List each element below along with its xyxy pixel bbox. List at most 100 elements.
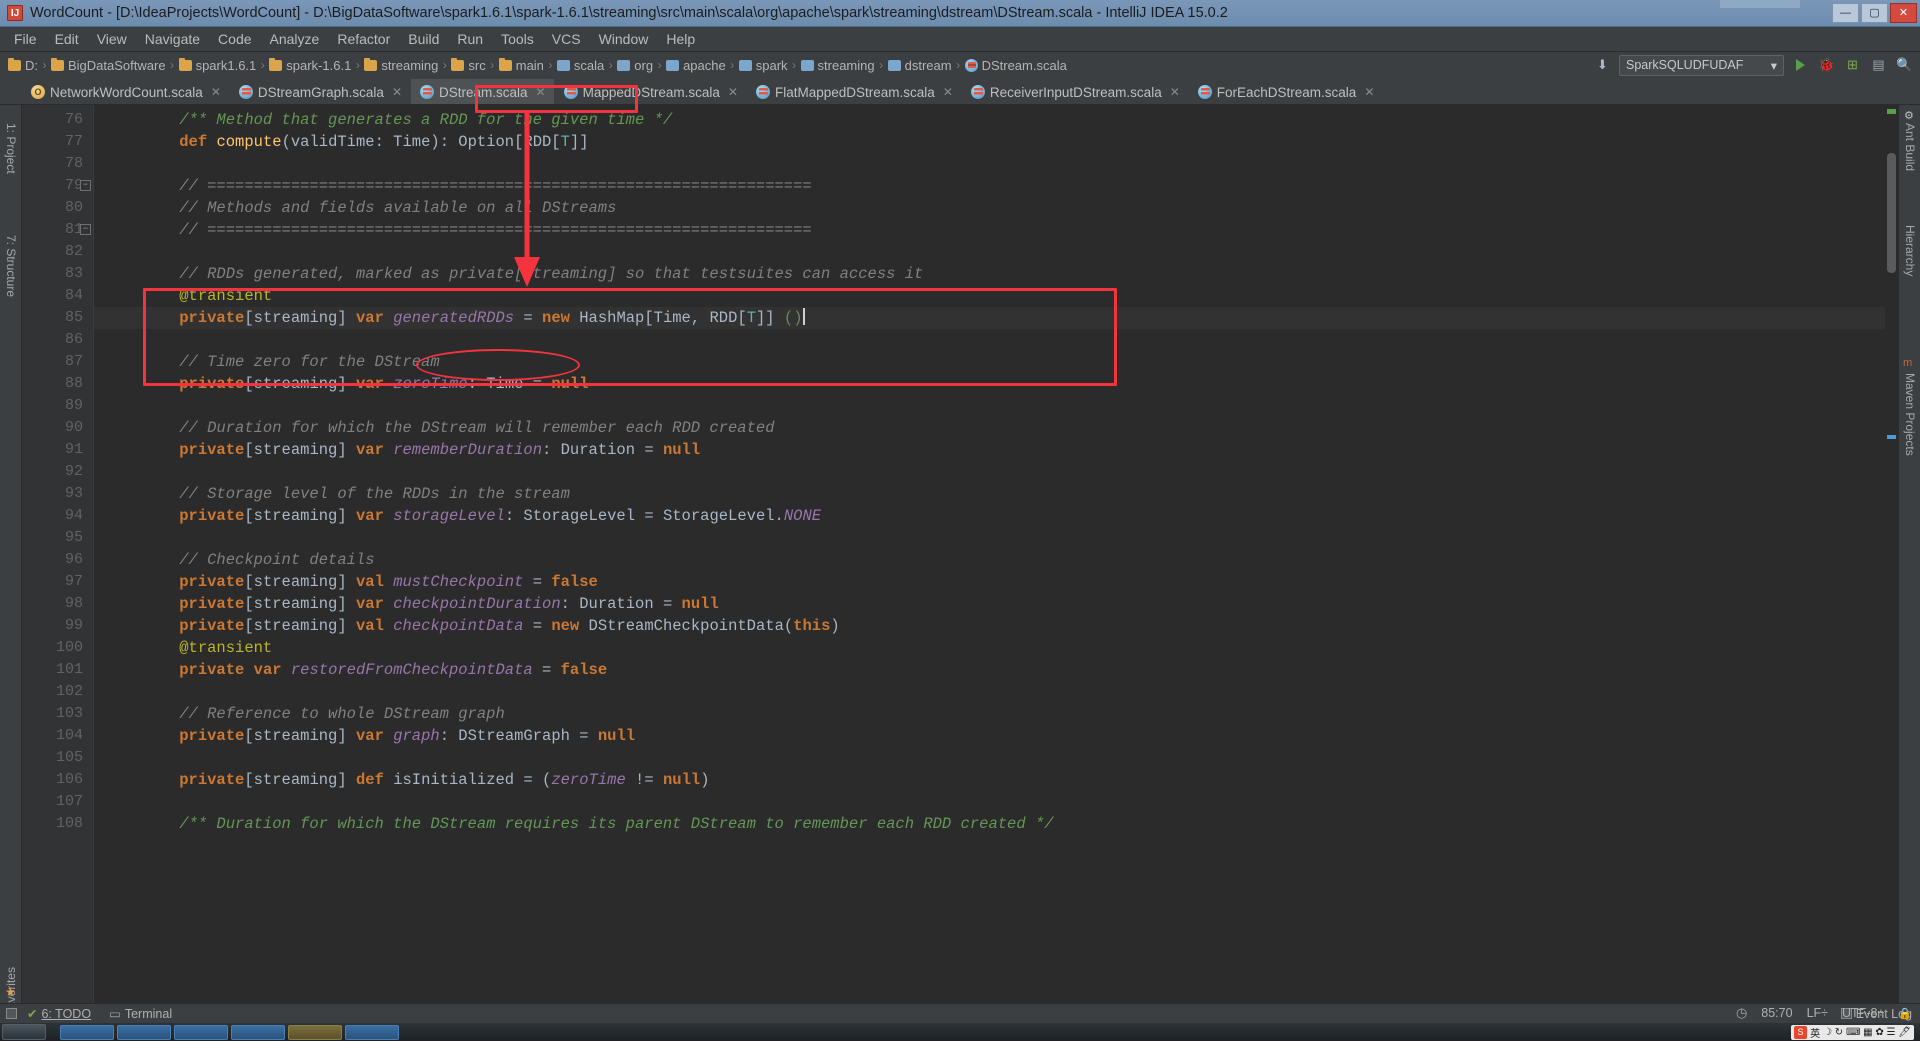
breadcrumb-item-spark[interactable]: spark <box>738 54 788 76</box>
taskbar-item[interactable] <box>60 1024 114 1040</box>
code-line[interactable] <box>94 527 1898 549</box>
editor-tab-dstreamscala[interactable]: DStream.scala ✕ <box>411 79 554 104</box>
code-line[interactable]: private[streaming] val mustCheckpoint = … <box>94 571 1898 593</box>
line-number[interactable]: 100 <box>22 637 93 659</box>
line-number[interactable]: 85 <box>22 307 93 329</box>
code-line[interactable] <box>94 681 1898 703</box>
code-line[interactable]: private[streaming] var storageLevel: Sto… <box>94 505 1898 527</box>
code-line[interactable]: // Reference to whole DStream graph <box>94 703 1898 725</box>
code-line[interactable] <box>94 241 1898 263</box>
menu-item-refactor[interactable]: Refactor <box>328 29 399 49</box>
line-number[interactable]: 101 <box>22 659 93 681</box>
line-number[interactable]: 79− <box>22 175 93 197</box>
lock-icon[interactable]: 🔒 <box>1898 1007 1912 1020</box>
code-line[interactable]: // Methods and fields available on all D… <box>94 197 1898 219</box>
code-line[interactable] <box>94 791 1898 813</box>
menu-item-edit[interactable]: Edit <box>46 29 88 49</box>
code-line[interactable] <box>94 461 1898 483</box>
toolwindow-hierarchy[interactable]: Hierarchy <box>1903 225 1917 276</box>
breadcrumb-item-scala[interactable]: scala <box>556 54 604 76</box>
taskbar-item[interactable] <box>174 1024 228 1040</box>
minimize-button[interactable]: — <box>1832 3 1859 23</box>
breadcrumb-item-main[interactable]: main <box>498 54 544 76</box>
debug-icon[interactable]: 🐞 <box>1817 56 1836 75</box>
line-number[interactable]: 97 <box>22 571 93 593</box>
code-line[interactable]: private[streaming] var rememberDuration:… <box>94 439 1898 461</box>
breadcrumb-item-streaming[interactable]: streaming <box>800 54 875 76</box>
code-line[interactable] <box>94 747 1898 769</box>
code-line[interactable]: // Duration for which the DStream will r… <box>94 417 1898 439</box>
taskbar-item[interactable] <box>345 1024 399 1040</box>
close-button[interactable]: ✕ <box>1890 3 1917 23</box>
toolwindow-structure[interactable]: 7: Structure <box>4 235 18 297</box>
tab-close-icon[interactable]: ✕ <box>1364 85 1374 99</box>
tab-close-icon[interactable]: ✕ <box>392 85 402 99</box>
menu-item-view[interactable]: View <box>88 29 136 49</box>
code-line[interactable]: @transient <box>94 285 1898 307</box>
status-todo[interactable]: ✔ 6: TODO <box>27 1006 91 1022</box>
code-line[interactable] <box>94 153 1898 175</box>
breadcrumb-item-apache[interactable]: apache <box>666 54 726 76</box>
code-line[interactable]: private[streaming] def isInitialized = (… <box>94 769 1898 791</box>
editor-tab-foreachdstreamscala[interactable]: ForEachDStream.scala ✕ <box>1188 79 1383 104</box>
scrollbar-thumb[interactable] <box>1887 153 1896 273</box>
line-number[interactable]: 104 <box>22 725 93 747</box>
run-icon[interactable] <box>1791 56 1810 75</box>
tab-close-icon[interactable]: ✕ <box>1170 85 1180 99</box>
editor-tab-dstreamgraphscala[interactable]: DStreamGraph.scala ✕ <box>229 79 410 104</box>
menu-item-build[interactable]: Build <box>399 29 448 49</box>
warning-stripe-mark[interactable] <box>1887 435 1896 439</box>
line-number[interactable]: 77 <box>22 131 93 153</box>
code-line[interactable]: private[streaming] var zeroTime: Time = … <box>94 373 1898 395</box>
ime-icons[interactable]: ☽ ↻ ⌨ ▦ ✿ ☰ 🖊 <box>1823 1027 1911 1038</box>
code-line[interactable]: // Checkpoint details <box>94 549 1898 571</box>
download-icon[interactable]: ⬇ <box>1593 56 1612 75</box>
code-canvas[interactable]: /** Method that generates a RDD for the … <box>94 105 1898 1003</box>
menu-item-tools[interactable]: Tools <box>492 29 543 49</box>
tab-close-icon[interactable]: ✕ <box>943 85 953 99</box>
code-line[interactable]: // RDDs generated, marked as private[str… <box>94 263 1898 285</box>
line-number[interactable]: 107 <box>22 791 93 813</box>
fold-marker-icon[interactable]: − <box>80 224 91 235</box>
tab-close-icon[interactable]: ✕ <box>728 85 738 99</box>
line-number[interactable]: 81− <box>22 219 93 241</box>
menu-item-run[interactable]: Run <box>448 29 492 49</box>
status-terminal[interactable]: ▭ Terminal <box>109 1006 172 1022</box>
line-number[interactable]: 95 <box>22 527 93 549</box>
line-number[interactable]: 91 <box>22 439 93 461</box>
breadcrumb-item-spark161[interactable]: spark1.6.1 <box>178 54 256 76</box>
breadcrumb-item-streaming[interactable]: streaming <box>364 54 438 76</box>
code-line[interactable]: private var restoredFromCheckpointData =… <box>94 659 1898 681</box>
maximize-button[interactable]: ▢ <box>1861 3 1888 23</box>
editor-tab-receiverinputdstreamscala[interactable]: ReceiverInputDStream.scala ✕ <box>961 79 1188 104</box>
toolwindow-ant-build[interactable]: Ant Build <box>1903 123 1917 171</box>
code-line[interactable]: // Time zero for the DStream <box>94 351 1898 373</box>
caret-position[interactable]: 85:70 <box>1761 1006 1792 1020</box>
breadcrumb-item-org[interactable]: org <box>617 54 653 76</box>
tab-close-icon[interactable]: ✕ <box>211 85 221 99</box>
line-number[interactable]: 92 <box>22 461 93 483</box>
line-number[interactable]: 89 <box>22 395 93 417</box>
code-line[interactable]: private[streaming] var generatedRDDs = n… <box>94 307 1898 329</box>
line-number[interactable]: 99 <box>22 615 93 637</box>
error-stripe-mark[interactable] <box>1887 109 1896 114</box>
editor-scrollbar[interactable] <box>1885 105 1898 1003</box>
breadcrumb-item-spark161[interactable]: spark-1.6.1 <box>269 54 351 76</box>
line-number[interactable]: 87 <box>22 351 93 373</box>
toolwindow-project[interactable]: 1: Project <box>4 123 18 174</box>
line-number[interactable]: 93 <box>22 483 93 505</box>
breadcrumb-item-d[interactable]: D: <box>8 54 38 76</box>
breadcrumb-item-dstream[interactable]: dstream <box>887 54 952 76</box>
menu-item-vcs[interactable]: VCS <box>543 29 590 49</box>
line-number[interactable]: 80 <box>22 197 93 219</box>
editor-tab-networkwordcountscala[interactable]: O NetworkWordCount.scala ✕ <box>22 79 229 104</box>
menu-item-file[interactable]: File <box>5 29 46 49</box>
code-line[interactable]: /** Method that generates a RDD for the … <box>94 109 1898 131</box>
taskbar-item[interactable] <box>231 1024 285 1040</box>
code-line[interactable]: def compute(validTime: Time): Option[RDD… <box>94 131 1898 153</box>
ime-toolbar[interactable]: S 英 ☽ ↻ ⌨ ▦ ✿ ☰ 🖊 <box>1791 1024 1914 1040</box>
line-number[interactable]: 82 <box>22 241 93 263</box>
code-line[interactable]: // =====================================… <box>94 175 1898 197</box>
run-configuration-selector[interactable]: SparkSQLUDFUDAF ▾ <box>1619 54 1784 76</box>
code-line[interactable]: // Storage level of the RDDs in the stre… <box>94 483 1898 505</box>
